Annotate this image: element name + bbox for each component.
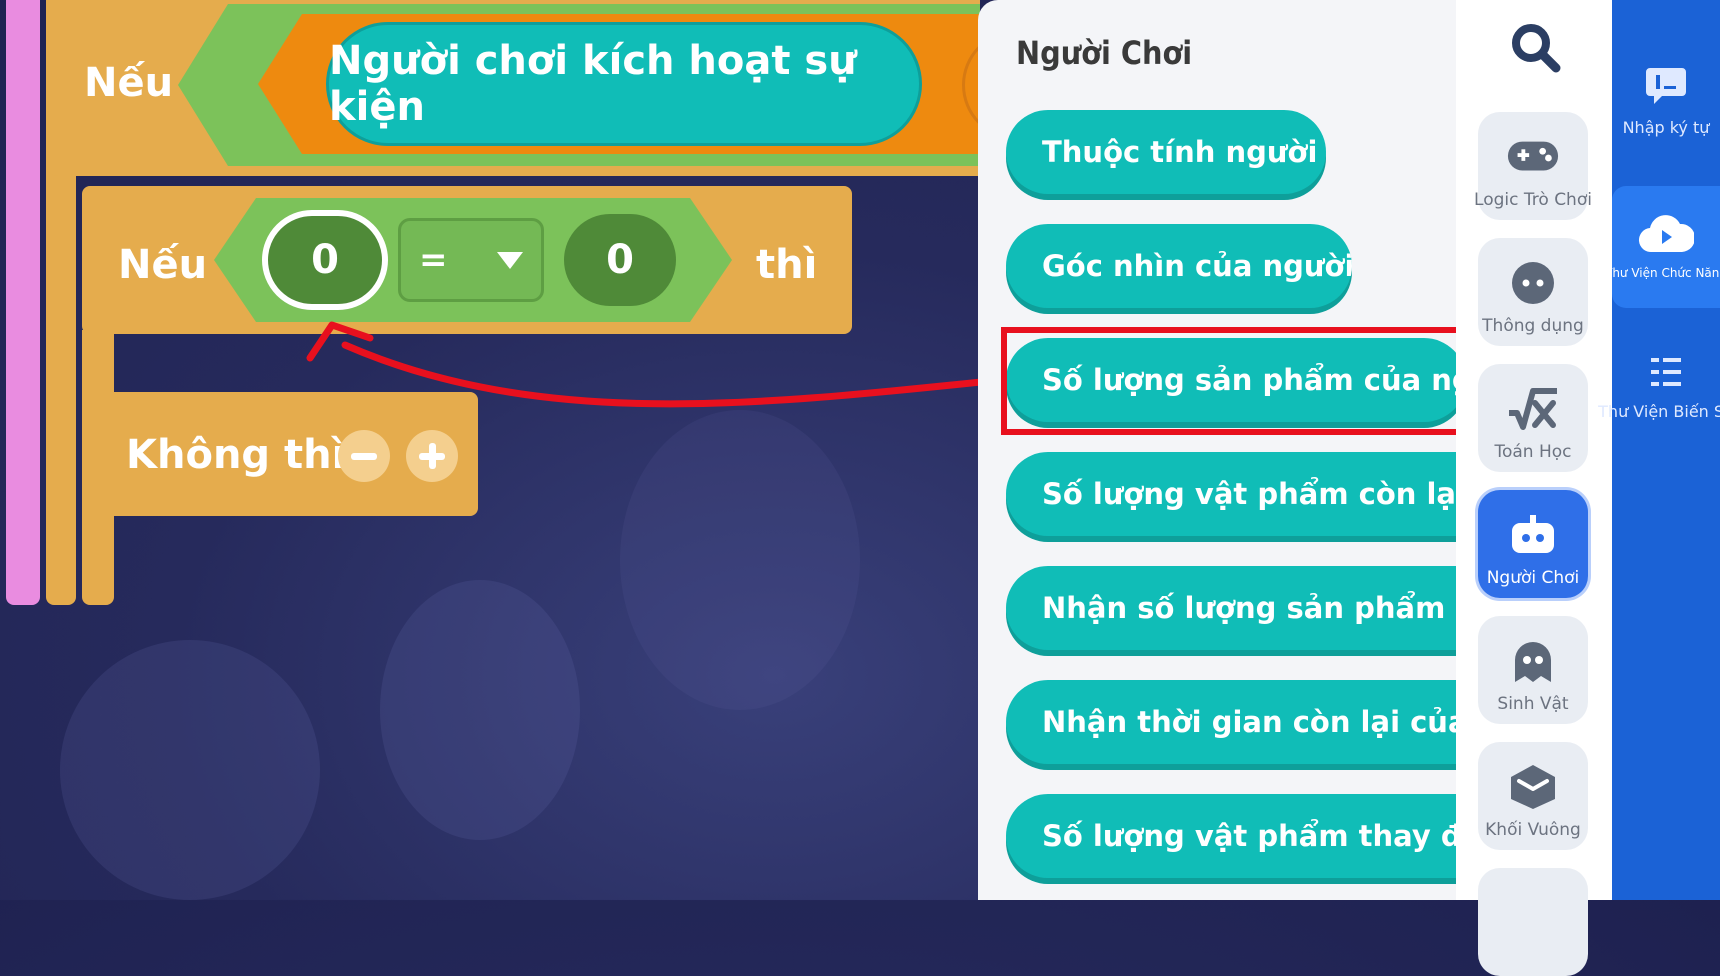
category-math[interactable]: Toán Học [1478,364,1588,472]
rail-function-library[interactable]: Thư Viện Chức Năng [1605,186,1720,308]
category-label: Khối Vuông [1485,820,1581,840]
rail-label: Thư Viện Chức Năng [1605,266,1720,280]
block-palette[interactable]: Người Chơi Thuộc tính người chơi Góc nhì… [978,0,1456,900]
text-input-icon [1644,66,1688,110]
code-workspace[interactable]: Nếu Người chơi kích hoạt sự kiện Nếu 0 =… [0,0,980,900]
backpack-change-block[interactable]: Số lượng vật phẩm thay đổi trong balô [1006,794,1456,878]
category-more[interactable] [1478,868,1588,976]
category-player[interactable]: Người Chơi [1478,490,1588,598]
annotation-highlight-box [1001,327,1464,435]
rail-text-input[interactable]: Nhập ký tự [1612,66,1720,156]
category-cube[interactable]: Khối Vuông [1478,742,1588,850]
player-attribute-block[interactable]: Thuộc tính người chơi [1006,110,1326,194]
rail-variable-library[interactable]: Thư Viện Biến Số [1598,354,1720,444]
category-label: Logic Trò Chơi [1474,190,1592,210]
palette-title: Người Chơi [1016,34,1193,72]
annotation-arrow [306,321,980,408]
dots-icon [1506,256,1560,310]
creature-icon [1506,634,1560,688]
player-view-block[interactable]: Góc nhìn của người chơi [1006,224,1352,308]
search-icon[interactable] [1508,20,1564,76]
category-sidebar: Logic Trò Chơi Thông dụng Toán Học Người… [1456,0,1612,976]
get-product-count-block[interactable]: Nhận số lượng sản phẩm của người chơi [1006,566,1456,650]
gamepad-icon [1506,130,1560,184]
rail-label: Thư Viện Biến Số [1598,402,1720,421]
function-library-icon [1638,214,1696,258]
player-icon [1506,508,1560,562]
category-label: Toán Học [1494,442,1572,462]
tool-rail: Nhập ký tự Thư Viện Chức Năng Thư Viện B… [1598,0,1720,900]
variable-library-icon [1649,354,1683,394]
category-label: Sinh Vật [1497,694,1569,714]
rail-label: Nhập ký tự [1622,118,1710,137]
category-label: Thông dụng [1482,316,1584,336]
backpack-remaining-block[interactable]: Số lượng vật phẩm còn lại balô người chơ… [1006,452,1456,536]
category-common[interactable]: Thông dụng [1478,238,1588,346]
state-remaining-time-block[interactable]: Nhận thời gian còn lại của trạng thái [1006,680,1456,764]
category-label: Người Chơi [1486,568,1580,588]
math-icon [1506,382,1560,436]
category-game-logic[interactable]: Logic Trò Chơi [1474,112,1592,220]
category-creature[interactable]: Sinh Vật [1478,616,1588,724]
cube-icon [1506,760,1560,814]
